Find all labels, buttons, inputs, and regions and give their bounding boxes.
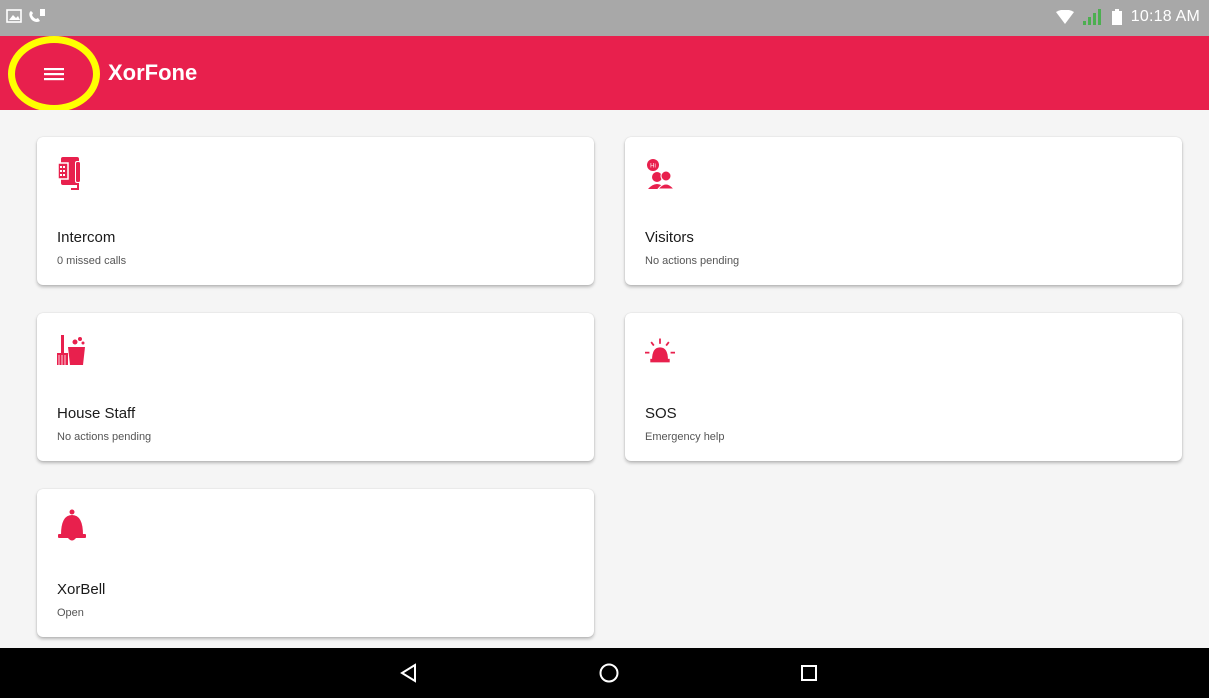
status-right-icons: 10:18 AM — [1055, 8, 1200, 26]
image-notification-icon — [6, 9, 22, 23]
svg-text:Hi: Hi — [650, 164, 656, 170]
menu-highlight-circle — [8, 36, 100, 112]
siren-icon — [645, 338, 675, 363]
home-button[interactable] — [597, 661, 621, 685]
card-title: XorBell — [57, 581, 106, 598]
card-subtitle: No actions pending — [645, 255, 740, 267]
battery-icon — [1111, 9, 1122, 25]
card-intercom[interactable]: Intercom 0 missed calls — [37, 137, 594, 285]
card-title: Intercom — [57, 229, 116, 246]
card-subtitle: 0 missed calls — [57, 255, 127, 267]
card-title: Visitors — [645, 229, 694, 246]
intercom-phone-icon — [57, 157, 81, 190]
recents-button[interactable] — [797, 661, 821, 685]
recents-square-icon — [801, 665, 817, 681]
card-subtitle: Emergency help — [645, 431, 725, 443]
back-button[interactable] — [397, 661, 421, 685]
call-notification-icon — [29, 9, 45, 22]
status-left-icons — [6, 8, 46, 24]
status-time: 10:18 AM — [1130, 8, 1200, 25]
visitors-icon: Hi — [647, 159, 675, 190]
card-sos[interactable]: SOS Emergency help — [625, 313, 1182, 461]
back-triangle-icon — [400, 663, 416, 683]
app-bar: XorFone — [0, 36, 1209, 112]
card-title: SOS — [645, 405, 677, 422]
card-visitors[interactable]: Hi Visitors No actions pending — [625, 137, 1182, 285]
status-bar: 10:18 AM — [0, 0, 1209, 36]
card-subtitle: No actions pending — [57, 431, 152, 443]
card-house-staff[interactable]: House Staff No actions pending — [37, 313, 594, 461]
app-title: XorFone — [108, 60, 198, 85]
signal-icon — [1082, 9, 1101, 25]
system-nav-bar — [0, 648, 1209, 698]
dashboard-grid: Intercom 0 missed calls Hi Visitors No a… — [0, 110, 1209, 648]
home-circle-icon — [599, 663, 619, 683]
card-title: House Staff — [57, 405, 136, 422]
house-staff-icon — [57, 335, 85, 365]
wifi-icon — [1055, 10, 1074, 24]
bell-icon — [58, 509, 86, 541]
card-xorbell[interactable]: XorBell Open — [37, 489, 594, 637]
card-subtitle: Open — [57, 607, 84, 619]
